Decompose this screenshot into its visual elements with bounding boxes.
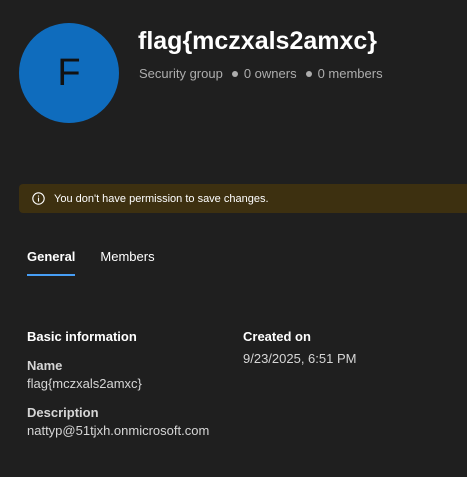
tab-members[interactable]: Members [100,249,154,276]
created-on-value: 9/23/2025, 6:51 PM [243,351,357,366]
banner-message: You don't have permission to save change… [54,192,269,205]
group-title: flag{mczxals2amxc} [138,27,378,55]
basic-information-section: Basic information Name flag{mczxals2amxc… [27,329,209,452]
info-icon [32,192,45,205]
description-label: Description [27,405,99,420]
separator-dot [305,70,312,77]
group-avatar: F [19,23,119,123]
permission-warning-banner: You don't have permission to save change… [19,184,467,213]
created-on-section: Created on 9/23/2025, 6:51 PM [243,329,356,380]
name-value: flag{mczxals2amxc} [27,376,142,391]
separator-dot [231,70,238,77]
basic-information-heading: Basic information [27,329,137,344]
name-label: Name [27,358,63,373]
created-on-heading: Created on [243,329,311,344]
members-count: 0 members [317,66,383,81]
tab-bar: General Members [27,249,180,276]
group-meta: Security group 0 owners 0 members [139,66,383,81]
group-type: Security group [139,66,223,81]
description-value: nattyp@51tjxh.onmicrosoft.com [27,423,210,438]
owners-count: 0 owners [243,66,297,81]
avatar-initial: F [57,51,81,94]
tab-general[interactable]: General [27,249,76,276]
